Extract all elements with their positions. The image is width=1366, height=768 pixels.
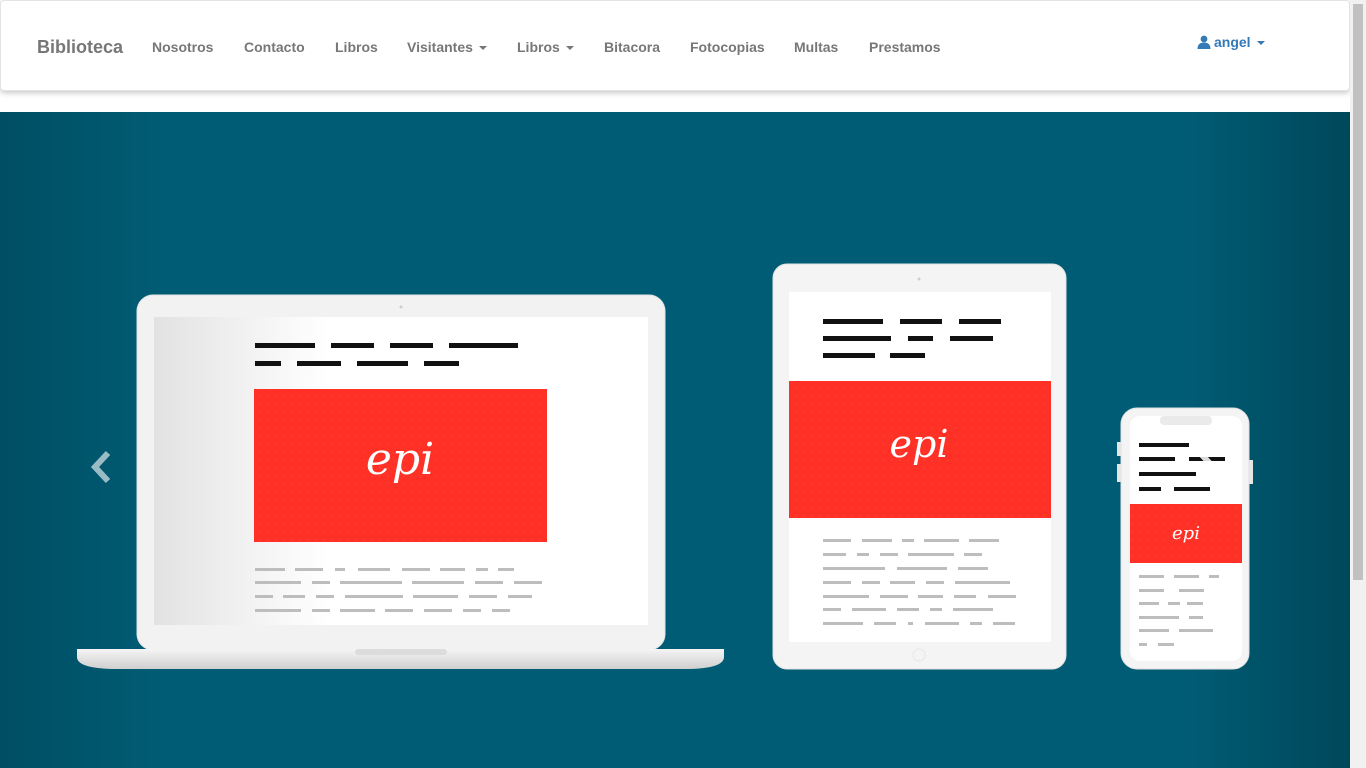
nav-visitantes-dropdown[interactable]: Visitantes — [407, 39, 487, 55]
epi-logo: epi — [890, 422, 949, 466]
user-menu-dropdown[interactable]: angel — [1197, 34, 1265, 50]
nav-libros-dropdown[interactable]: Libros — [517, 39, 574, 55]
user-icon — [1197, 35, 1211, 49]
tablet-mockup: epi — [772, 263, 1067, 670]
nav-fotocopias[interactable]: Fotocopias — [690, 39, 765, 55]
nav-bitacora[interactable]: Bitacora — [604, 39, 660, 55]
scrollbar-thumb[interactable] — [1353, 4, 1363, 580]
nav-libros[interactable]: Libros — [335, 39, 378, 55]
carousel-next-control[interactable] — [1160, 112, 1350, 768]
chevron-right-icon — [1199, 452, 1220, 486]
carousel-prev-control[interactable] — [0, 112, 190, 768]
chevron-left-icon — [90, 450, 111, 484]
epi-logo: epi — [366, 434, 434, 485]
nav-prestamos[interactable]: Prestamos — [869, 39, 941, 55]
brand-link[interactable]: Biblioteca — [37, 37, 123, 58]
user-name: angel — [1214, 34, 1251, 50]
nav-visitantes-label: Visitantes — [407, 39, 473, 55]
slide-devices-illustration: epi epi epi — [77, 263, 1253, 670]
nav-nosotros[interactable]: Nosotros — [152, 39, 213, 55]
caret-down-icon — [565, 46, 574, 51]
navbar: Biblioteca Nosotros Contacto Libros Visi… — [0, 0, 1350, 91]
carousel: epi epi epi — [0, 112, 1350, 768]
nav-multas[interactable]: Multas — [794, 39, 838, 55]
caret-down-icon — [478, 46, 487, 51]
caret-down-icon — [1256, 41, 1265, 46]
nav-contacto[interactable]: Contacto — [244, 39, 305, 55]
nav-libros-dropdown-label: Libros — [517, 39, 560, 55]
